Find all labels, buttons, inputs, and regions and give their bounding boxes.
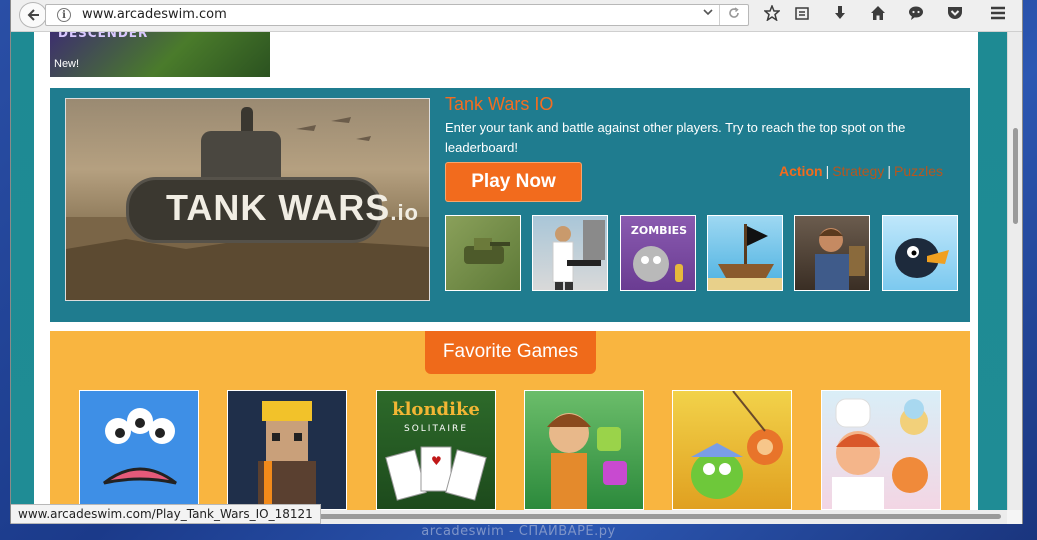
related-game-pirates[interactable] xyxy=(707,215,783,291)
related-game-bird[interactable] xyxy=(882,215,958,291)
category-separator: | xyxy=(887,163,891,179)
hamburger-menu-icon[interactable] xyxy=(987,5,1009,25)
klondike-subtitle: SOLITAIRE xyxy=(404,424,468,434)
browser-window: i www.arcadeswim.com DESCENDER New! TANK… xyxy=(10,0,1023,524)
related-game-shooter[interactable] xyxy=(532,215,608,291)
klondike-title: klondike xyxy=(392,399,480,420)
favorite-game-jungle[interactable] xyxy=(524,390,644,510)
content-column: DESCENDER New! TANK WARS.io Tank Wars IO… xyxy=(34,32,978,510)
watermark: arcadeswim - СПАЙВАРЕ.ру xyxy=(421,524,616,539)
featured-game-panel: TANK WARS.io Tank Wars IO Enter your tan… xyxy=(50,88,970,322)
tank-turret xyxy=(201,131,281,181)
previous-game-title: DESCENDER xyxy=(58,32,149,40)
category-strategy[interactable]: Strategy xyxy=(832,163,884,179)
related-game-tank[interactable] xyxy=(445,215,521,291)
svg-text:♥: ♥ xyxy=(431,454,442,468)
home-icon[interactable] xyxy=(867,5,889,25)
star-icon[interactable] xyxy=(761,3,783,25)
clipboard-icon[interactable] xyxy=(791,5,813,25)
info-icon[interactable]: i xyxy=(57,8,71,22)
vertical-scroll-thumb[interactable] xyxy=(1013,128,1018,224)
related-game-warrior[interactable] xyxy=(794,215,870,291)
favorite-game-builder[interactable] xyxy=(227,390,347,510)
favorite-game-cut-the-rope[interactable] xyxy=(672,390,792,510)
page-viewport: DESCENDER New! TANK WARS.io Tank Wars IO… xyxy=(11,32,1007,510)
category-separator: | xyxy=(825,163,830,179)
browser-toolbar: i www.arcadeswim.com xyxy=(11,0,1022,32)
category-links: Action | Strategy | Puzzles xyxy=(779,163,943,179)
game-description: Enter your tank and battle against other… xyxy=(445,120,906,155)
favorite-game-klondike[interactable]: klondike SOLITAIRE ♥ xyxy=(376,390,496,510)
back-arrow-icon[interactable] xyxy=(19,2,47,28)
previous-game-thumbnail[interactable]: DESCENDER New! xyxy=(50,32,270,77)
horizontal-scroll-thumb[interactable] xyxy=(301,514,1001,519)
related-game-zombies[interactable]: ZOMBIES xyxy=(620,215,696,291)
hero-title: TANK WARS.io xyxy=(166,187,419,228)
chevron-down-icon[interactable] xyxy=(702,5,714,25)
play-now-button[interactable]: Play Now xyxy=(445,162,582,202)
favorite-games-panel: Favorite Games klondike SOLITAIRE ♥ xyxy=(50,331,970,510)
featured-hero-image[interactable]: TANK WARS.io xyxy=(65,98,430,301)
reload-icon[interactable] xyxy=(719,5,748,25)
new-badge: New! xyxy=(54,58,80,70)
download-icon[interactable] xyxy=(829,5,851,25)
svg-text:ZOMBIES: ZOMBIES xyxy=(631,224,687,237)
vertical-scrollbar[interactable] xyxy=(1007,32,1022,510)
chat-icon[interactable] xyxy=(905,5,927,25)
game-title[interactable]: Tank Wars IO xyxy=(445,94,553,115)
category-puzzles[interactable]: Puzzles xyxy=(894,163,943,179)
favorite-game-monster[interactable] xyxy=(79,390,199,510)
url-bar[interactable]: i www.arcadeswim.com xyxy=(45,4,749,26)
pocket-icon[interactable] xyxy=(944,5,966,25)
favorite-game-cooking[interactable] xyxy=(821,390,941,510)
url-text[interactable]: www.arcadeswim.com xyxy=(82,7,227,22)
favorite-games-heading: Favorite Games xyxy=(425,331,596,374)
link-status-url: www.arcadeswim.com/Play_Tank_Wars_IO_181… xyxy=(11,504,321,524)
category-action[interactable]: Action xyxy=(779,163,823,179)
site-background: DESCENDER New! TANK WARS.io Tank Wars IO… xyxy=(11,32,1007,510)
